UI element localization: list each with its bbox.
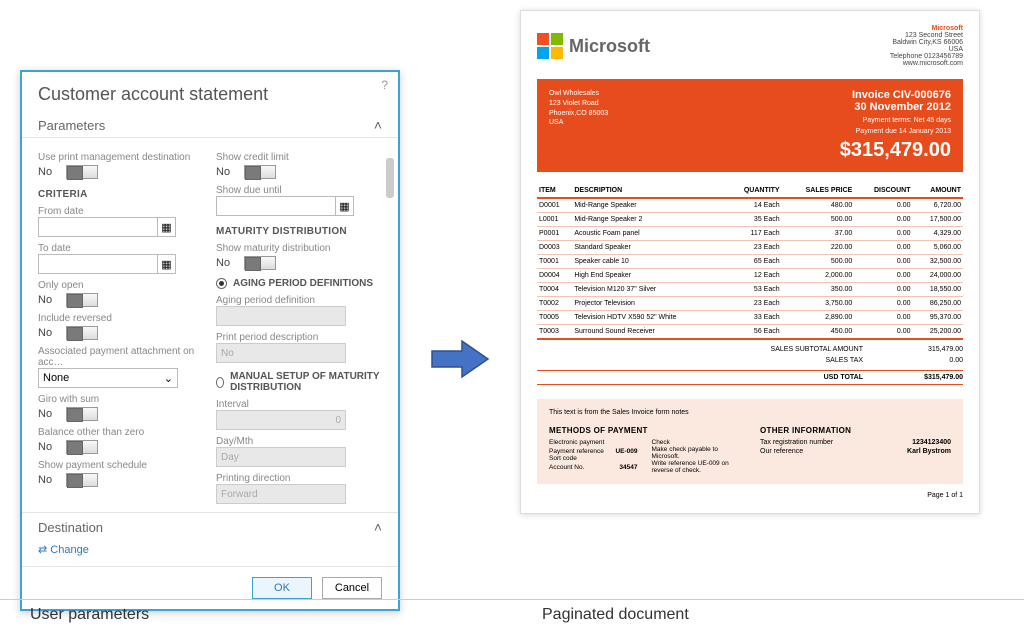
to-date-input[interactable] — [38, 254, 158, 274]
destination-section-header[interactable]: Destination ˄ — [22, 512, 398, 541]
change-link[interactable]: ⇄ Change — [22, 541, 398, 566]
print-dir-input: Forward — [216, 484, 346, 504]
table-row: P0001Acoustic Foam panel117 Each37.000.0… — [537, 227, 963, 241]
calendar-icon[interactable]: ▦ — [158, 217, 176, 237]
from-date-input[interactable] — [38, 217, 158, 237]
table-row: L0001Mid-Range Speaker 235 Each500.000.0… — [537, 213, 963, 227]
help-icon[interactable]: ? — [381, 78, 388, 92]
use-print-mgmt-toggle[interactable] — [66, 165, 98, 179]
balance-other-toggle[interactable] — [66, 440, 98, 454]
from-date-label: From date — [38, 206, 204, 217]
chevron-down-icon: ⌄ — [164, 372, 173, 385]
calendar-icon[interactable]: ▦ — [158, 254, 176, 274]
scrollbar[interactable] — [386, 158, 394, 198]
customer-statement-dialog: ? Customer account statement Parameters … — [20, 70, 400, 611]
interval-input: 0 — [216, 410, 346, 430]
aging-period-radio[interactable]: AGING PERIOD DEFINITIONS — [216, 278, 382, 289]
parameters-section-header[interactable]: Parameters ˄ — [22, 113, 398, 138]
invoice-banner: Owl Wholesales 123 Violet Road Phoenix,C… — [537, 79, 963, 172]
caption-right: Paginated document — [512, 600, 1024, 630]
invoice-summary: SALES SUBTOTAL AMOUNT315,479.00 SALES TA… — [537, 344, 963, 385]
to-date-label: To date — [38, 243, 204, 254]
show-credit-toggle[interactable] — [244, 165, 276, 179]
only-open-toggle[interactable] — [66, 293, 98, 307]
show-due-until-input[interactable] — [216, 196, 336, 216]
caption-left: User parameters — [0, 600, 512, 630]
print-period-input: No — [216, 343, 346, 363]
assoc-payment-select[interactable]: None⌄ — [38, 368, 178, 388]
cancel-button[interactable]: Cancel — [322, 577, 382, 599]
dialog-title: Customer account statement — [22, 72, 398, 113]
radio-icon — [216, 377, 224, 388]
microsoft-logo: Microsoft — [537, 25, 650, 67]
table-row: D0003Standard Speaker23 Each220.000.005,… — [537, 241, 963, 255]
table-row: D0001Mid-Range Speaker14 Each480.000.006… — [537, 198, 963, 213]
day-mth-input: Day — [216, 447, 346, 467]
show-maturity-toggle[interactable] — [244, 256, 276, 270]
invoice-document: Microsoft Microsoft 123 Second Street Ba… — [520, 10, 980, 514]
giro-sum-toggle[interactable] — [66, 407, 98, 421]
show-pay-sched-toggle[interactable] — [66, 473, 98, 487]
radio-icon — [216, 278, 227, 289]
aging-period-input — [216, 306, 346, 326]
criteria-heading: CRITERIA — [38, 189, 204, 200]
arrow-right-icon — [430, 339, 490, 382]
table-row: T0004Television M120 37" Silver53 Each35… — [537, 283, 963, 297]
chevron-up-icon: ˄ — [374, 519, 382, 535]
table-row: T0003Surround Sound Receiver56 Each450.0… — [537, 325, 963, 340]
table-row: T0001Speaker cable 1065 Each500.000.0032… — [537, 255, 963, 269]
manual-setup-radio[interactable]: MANUAL SETUP OF MATURITY DISTRIBUTION — [216, 371, 382, 393]
chevron-up-icon: ˄ — [374, 117, 382, 133]
invoice-items-table: ITEM DESCRIPTION QUANTITY SALES PRICE DI… — [537, 184, 963, 340]
calendar-icon[interactable]: ▦ — [336, 196, 354, 216]
logo-icon — [537, 33, 563, 59]
invoice-footer: This text is from the Sales Invoice form… — [537, 399, 963, 484]
page-number: Page 1 of 1 — [537, 492, 963, 499]
table-row: T0005Television HDTV X590 52" White33 Ea… — [537, 311, 963, 325]
table-row: T0002Projector Television23 Each3,750.00… — [537, 297, 963, 311]
ok-button[interactable]: OK — [252, 577, 312, 599]
company-info: Microsoft 123 Second Street Baldwin City… — [890, 25, 963, 67]
table-row: D0004High End Speaker12 Each2,000.000.00… — [537, 269, 963, 283]
caption-bar: User parameters Paginated document — [0, 599, 1024, 630]
include-reversed-toggle[interactable] — [66, 326, 98, 340]
use-print-mgmt-label: Use print management destination — [38, 152, 204, 163]
